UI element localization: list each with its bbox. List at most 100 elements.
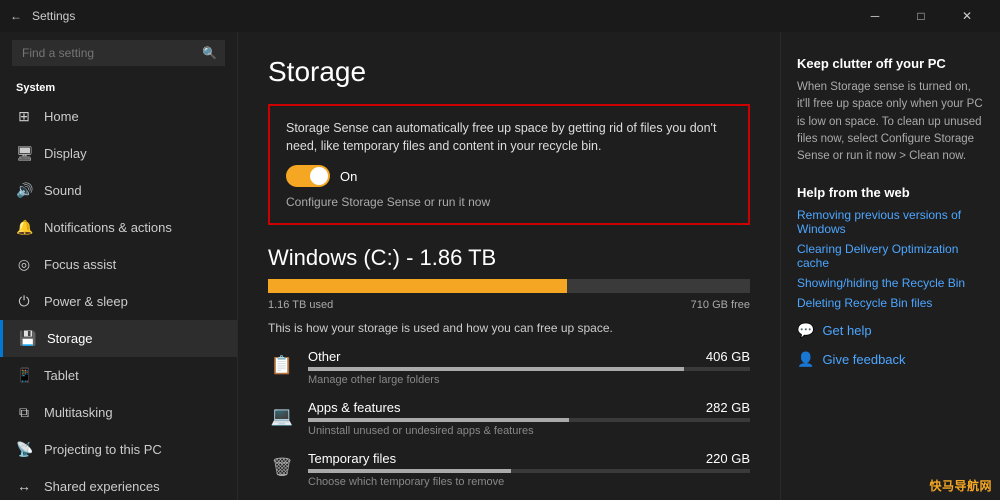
titlebar-controls: ─ □ ✕ <box>852 0 990 32</box>
storage-item-info-2: Temporary files 220 GB Choose which temp… <box>308 451 750 488</box>
sidebar-section-title: System <box>0 74 237 98</box>
storage-item-size-0: 406 GB <box>706 349 750 364</box>
storage-item-desc-0: Manage other large folders <box>308 374 750 386</box>
sidebar-item-tablet[interactable]: 📱 Tablet <box>0 357 237 394</box>
clutter-title: Keep clutter off your PC <box>797 56 984 71</box>
sidebar-item-display[interactable]: 🖥 Display <box>0 135 237 172</box>
storage-item-name-1: Apps & features <box>308 400 401 415</box>
sidebar-item-label-tablet: Tablet <box>44 368 79 383</box>
storage-item-icon-0: 📋 <box>268 351 296 379</box>
watermark: 快马导航网 <box>929 477 992 494</box>
toggle-row: On <box>286 165 732 187</box>
storage-item-desc-2: Choose which temporary files to remove <box>308 476 750 488</box>
help-from-web-title: Help from the web <box>797 185 984 200</box>
clutter-text: When Storage sense is turned on, it'll f… <box>797 79 984 165</box>
sidebar-item-label-home: Home <box>44 109 79 124</box>
get-help-icon: 💬 <box>797 322 814 339</box>
storage-item-2[interactable]: 🗑 Temporary files 220 GB Choose which te… <box>268 451 750 488</box>
main-content: Storage Storage Sense can automatically … <box>238 32 780 500</box>
titlebar: ← Settings ─ □ ✕ <box>0 0 1000 32</box>
sidebar-item-shared[interactable]: ↔ Shared experiences <box>0 468 237 500</box>
sidebar-item-label-notifications: Notifications & actions <box>44 220 172 235</box>
give-feedback-label: Give feedback <box>822 352 905 367</box>
give-feedback-button[interactable]: 👤 Give feedback <box>797 351 984 368</box>
titlebar-title: Settings <box>32 9 75 23</box>
notifications-icon: 🔔 <box>16 219 32 236</box>
storage-item-desc-1: Uninstall unused or undesired apps & fea… <box>308 425 750 437</box>
storage-item-bar-fill-1 <box>308 418 569 422</box>
storage-bar-container <box>268 279 750 293</box>
sidebar-item-sound[interactable]: 🔊 Sound <box>0 172 237 209</box>
home-icon: ⊞ <box>16 108 32 125</box>
search-icon: 🔍 <box>202 46 217 60</box>
get-help-button[interactable]: 💬 Get help <box>797 322 984 339</box>
storage-sense-description: Storage Sense can automatically free up … <box>286 120 732 155</box>
toggle-label: On <box>340 169 357 184</box>
sidebar-item-projecting[interactable]: 📡 Projecting to this PC <box>0 431 237 468</box>
focus-icon: ◎ <box>16 256 32 273</box>
storage-item-1[interactable]: 💻 Apps & features 282 GB Uninstall unuse… <box>268 400 750 437</box>
give-feedback-icon: 👤 <box>797 351 814 368</box>
storage-item-size-1: 282 GB <box>706 400 750 415</box>
sidebar-item-focus[interactable]: ◎ Focus assist <box>0 246 237 283</box>
back-button[interactable]: ← <box>10 9 22 23</box>
get-help-label: Get help <box>822 323 871 338</box>
drive-title: Windows (C:) - 1.86 TB <box>268 245 750 271</box>
app-body: 🔍 System ⊞ Home🖥 Display🔊 Sound🔔 Notific… <box>0 32 1000 500</box>
sidebar-item-label-multitasking: Multitasking <box>44 405 113 420</box>
help-links: Removing previous versions of Windows Cle… <box>797 208 984 310</box>
help-link-0[interactable]: Removing previous versions of Windows <box>797 208 984 236</box>
storage-item-size-2: 220 GB <box>706 451 750 466</box>
sidebar-item-home[interactable]: ⊞ Home <box>0 98 237 135</box>
multitasking-icon: ⧉ <box>16 404 32 421</box>
search-input[interactable] <box>12 40 225 66</box>
shared-icon: ↔ <box>16 478 32 494</box>
help-link-3[interactable]: Deleting Recycle Bin files <box>797 296 984 310</box>
tablet-icon: 📱 <box>16 367 32 384</box>
sidebar-item-label-sound: Sound <box>44 183 82 198</box>
storage-labels: 1.16 TB used 710 GB free <box>268 299 750 311</box>
help-link-2[interactable]: Showing/hiding the Recycle Bin <box>797 276 984 290</box>
sidebar-item-storage[interactable]: 💾 Storage <box>0 320 237 357</box>
configure-link[interactable]: Configure Storage Sense or run it now <box>286 195 732 209</box>
sidebar-item-multitasking[interactable]: ⧉ Multitasking <box>0 394 237 431</box>
storage-item-bar-fill-0 <box>308 367 684 371</box>
sidebar-item-label-display: Display <box>44 146 87 161</box>
sidebar: 🔍 System ⊞ Home🖥 Display🔊 Sound🔔 Notific… <box>0 32 238 500</box>
sidebar-item-notifications[interactable]: 🔔 Notifications & actions <box>0 209 237 246</box>
sidebar-item-label-storage: Storage <box>47 331 93 346</box>
minimize-button[interactable]: ─ <box>852 0 898 32</box>
search-container: 🔍 <box>12 40 225 66</box>
sidebar-item-power[interactable]: ⏻ Power & sleep <box>0 283 237 320</box>
storage-item-0[interactable]: 📋 Other 406 GB Manage other large folder… <box>268 349 750 386</box>
right-panel: Keep clutter off your PC When Storage se… <box>780 32 1000 500</box>
sound-icon: 🔊 <box>16 182 32 199</box>
page-title: Storage <box>268 56 750 88</box>
storage-item-info-1: Apps & features 282 GB Uninstall unused … <box>308 400 750 437</box>
storage-item-icon-2: 🗑 <box>268 453 296 481</box>
storage-item-name-2: Temporary files <box>308 451 396 466</box>
free-label: 710 GB free <box>691 299 750 311</box>
maximize-button[interactable]: □ <box>898 0 944 32</box>
display-icon: 🖥 <box>16 145 32 162</box>
storage-sense-banner: Storage Sense can automatically free up … <box>268 104 750 225</box>
sidebar-item-label-power: Power & sleep <box>44 294 128 309</box>
storage-bar-fill <box>268 279 567 293</box>
sidebar-item-label-shared: Shared experiences <box>44 479 160 494</box>
projecting-icon: 📡 <box>16 441 32 458</box>
drive-section: Windows (C:) - 1.86 TB 1.16 TB used 710 … <box>268 245 750 500</box>
used-label: 1.16 TB used <box>268 299 333 311</box>
titlebar-left: ← Settings <box>10 9 75 23</box>
close-button[interactable]: ✕ <box>944 0 990 32</box>
storage-icon: 💾 <box>19 330 35 347</box>
storage-item-bar-2 <box>308 469 750 473</box>
storage-item-info-0: Other 406 GB Manage other large folders <box>308 349 750 386</box>
power-icon: ⏻ <box>16 293 32 310</box>
help-link-1[interactable]: Clearing Delivery Optimization cache <box>797 242 984 270</box>
storage-description: This is how your storage is used and how… <box>268 321 750 335</box>
sidebar-item-label-projecting: Projecting to this PC <box>44 442 162 457</box>
storage-item-bar-fill-2 <box>308 469 511 473</box>
storage-sense-toggle[interactable] <box>286 165 330 187</box>
storage-item-icon-1: 💻 <box>268 402 296 430</box>
storage-item-bar-0 <box>308 367 750 371</box>
